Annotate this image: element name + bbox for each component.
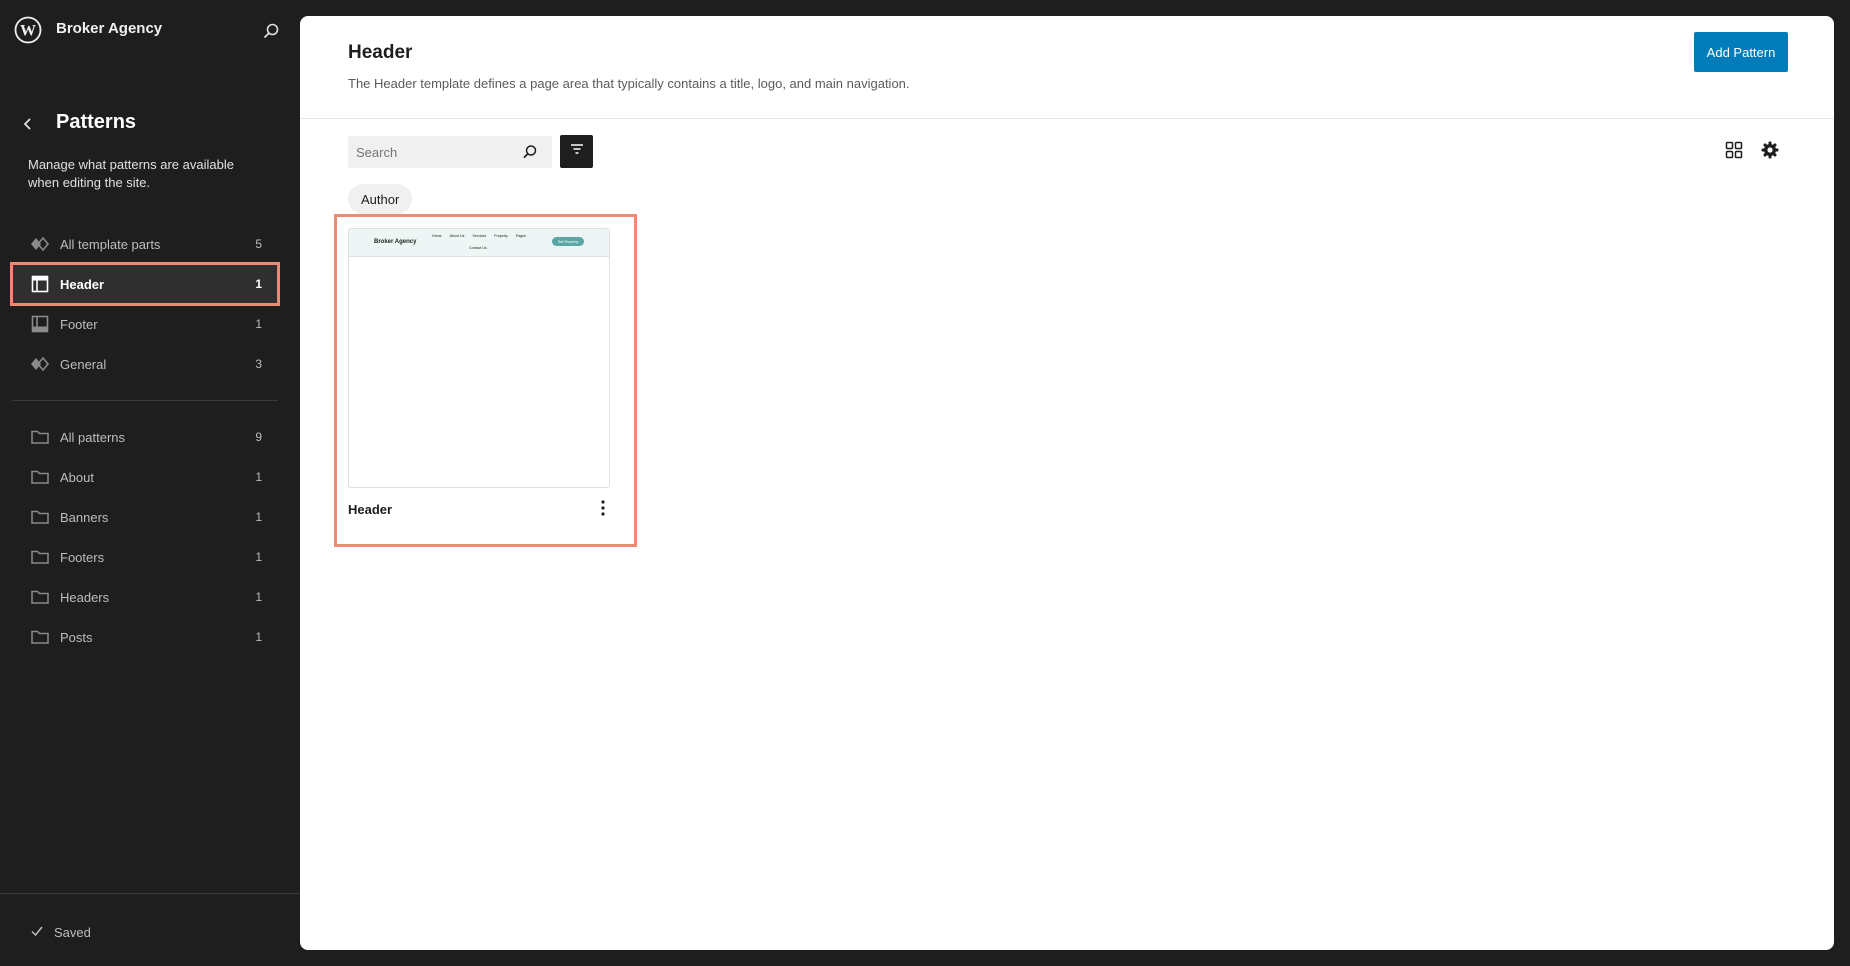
pattern-card[interactable]: Broker Agency Home About Us Services Pro… bbox=[334, 214, 637, 547]
sidebar: W Broker Agency Patterns Manage what pat… bbox=[0, 0, 300, 966]
pattern-preview[interactable]: Broker Agency Home About Us Services Pro… bbox=[348, 228, 610, 488]
preview-nav-item: Services bbox=[472, 234, 487, 238]
more-vertical-icon bbox=[600, 499, 606, 522]
main-content: Header The Header template defines a pag… bbox=[300, 16, 1834, 950]
view-settings-button[interactable] bbox=[1758, 140, 1782, 164]
search-icon[interactable] bbox=[260, 20, 282, 42]
preview-header-bar: Broker Agency Home About Us Services Pro… bbox=[349, 229, 609, 257]
search-input[interactable] bbox=[348, 143, 518, 161]
sidebar-item-general[interactable]: General 3 bbox=[12, 344, 278, 384]
grid-view-icon bbox=[1724, 140, 1744, 165]
wordpress-logo-icon[interactable]: W bbox=[14, 16, 42, 44]
sidebar-item-posts[interactable]: Posts 1 bbox=[12, 617, 278, 657]
sidebar-item-label: About bbox=[60, 469, 94, 485]
sidebar-item-count: 9 bbox=[255, 430, 262, 444]
sidebar-item-about[interactable]: About 1 bbox=[12, 457, 278, 497]
preview-button: Sell Property bbox=[552, 237, 584, 246]
preview-nav-item: Pages bbox=[515, 234, 526, 238]
footer-layout-icon bbox=[30, 314, 50, 334]
section-title: Patterns bbox=[56, 111, 137, 133]
preview-nav: Home About Us Services Property Pages bbox=[432, 234, 526, 238]
sidebar-item-label: All patterns bbox=[60, 429, 126, 445]
preview-nav-item: Home bbox=[432, 234, 442, 238]
preview-nav-item: Property bbox=[494, 234, 508, 238]
sidebar-item-all-template-parts[interactable]: All template parts 5 bbox=[12, 224, 278, 264]
page-description: The Header template defines a page area … bbox=[348, 76, 910, 91]
preview-brand: Broker Agency bbox=[374, 239, 417, 245]
sidebar-divider bbox=[12, 400, 278, 401]
author-filter-chip[interactable]: Author bbox=[348, 184, 413, 214]
sidebar-item-label: Footer bbox=[60, 316, 98, 332]
section-description: Manage what patterns are available when … bbox=[28, 157, 234, 190]
sidebar-item-footer[interactable]: Footer 1 bbox=[12, 304, 278, 344]
add-pattern-button[interactable]: Add Pattern bbox=[1694, 32, 1788, 72]
diamond-symbol-icon bbox=[30, 234, 50, 254]
sidebar-item-headers[interactable]: Headers 1 bbox=[12, 577, 278, 617]
pattern-categories-list: All patterns 9 About 1 Banners 1 Footers… bbox=[12, 417, 278, 657]
sidebar-item-banners[interactable]: Banners 1 bbox=[12, 497, 278, 537]
search-field[interactable] bbox=[348, 136, 552, 168]
svg-text:W: W bbox=[20, 23, 36, 40]
sidebar-item-footers[interactable]: Footers 1 bbox=[12, 537, 278, 577]
site-title[interactable]: Broker Agency bbox=[56, 20, 162, 37]
checkmark-icon bbox=[30, 924, 44, 941]
sidebar-item-header[interactable]: Header 1 bbox=[10, 262, 280, 306]
sidebar-item-count: 1 bbox=[255, 590, 262, 604]
sidebar-item-label: Posts bbox=[60, 629, 93, 645]
sidebar-item-label: Banners bbox=[60, 509, 109, 525]
sidebar-item-count: 5 bbox=[255, 237, 262, 251]
sidebar-item-all-patterns[interactable]: All patterns 9 bbox=[12, 417, 278, 457]
grid-view-button[interactable] bbox=[1722, 140, 1746, 164]
sidebar-item-count: 1 bbox=[255, 277, 262, 291]
search-icon[interactable] bbox=[518, 140, 542, 164]
pattern-card-title[interactable]: Header bbox=[348, 502, 392, 517]
sidebar-item-label: Headers bbox=[60, 589, 110, 605]
more-options-button[interactable] bbox=[592, 498, 614, 522]
sidebar-item-count: 3 bbox=[255, 357, 262, 371]
preview-nav-item: About Us bbox=[449, 234, 465, 238]
sidebar-item-label: General bbox=[60, 356, 107, 372]
preview-nav-item: Contact Us bbox=[469, 246, 487, 250]
sidebar-item-count: 1 bbox=[255, 317, 262, 331]
template-parts-list: All template parts 5 Header 1 Footer 1 G… bbox=[10, 224, 280, 384]
folder-icon bbox=[30, 427, 50, 447]
sidebar-item-label: All template parts bbox=[60, 236, 161, 252]
folder-icon bbox=[30, 587, 50, 607]
sidebar-item-label: Footers bbox=[60, 549, 105, 565]
sidebar-item-count: 1 bbox=[255, 550, 262, 564]
folder-icon bbox=[30, 507, 50, 527]
folder-icon bbox=[30, 627, 50, 647]
save-status: Saved bbox=[30, 924, 91, 941]
gear-icon bbox=[1760, 140, 1780, 165]
sidebar-item-count: 1 bbox=[255, 470, 262, 484]
sidebar-item-count: 1 bbox=[255, 510, 262, 524]
header-layout-icon bbox=[30, 274, 50, 294]
diamond-symbol-icon bbox=[30, 354, 50, 374]
save-status-label: Saved bbox=[54, 925, 91, 940]
back-arrow-icon[interactable] bbox=[18, 114, 38, 134]
header-divider bbox=[300, 118, 1834, 119]
sidebar-item-count: 1 bbox=[255, 630, 262, 644]
folder-icon bbox=[30, 547, 50, 567]
sidebar-item-label: Header bbox=[60, 276, 105, 292]
folder-icon bbox=[30, 467, 50, 487]
filter-button[interactable] bbox=[560, 135, 593, 168]
page-title: Header bbox=[348, 42, 413, 63]
filter-icon bbox=[569, 141, 585, 162]
sidebar-footer-divider bbox=[0, 893, 300, 894]
